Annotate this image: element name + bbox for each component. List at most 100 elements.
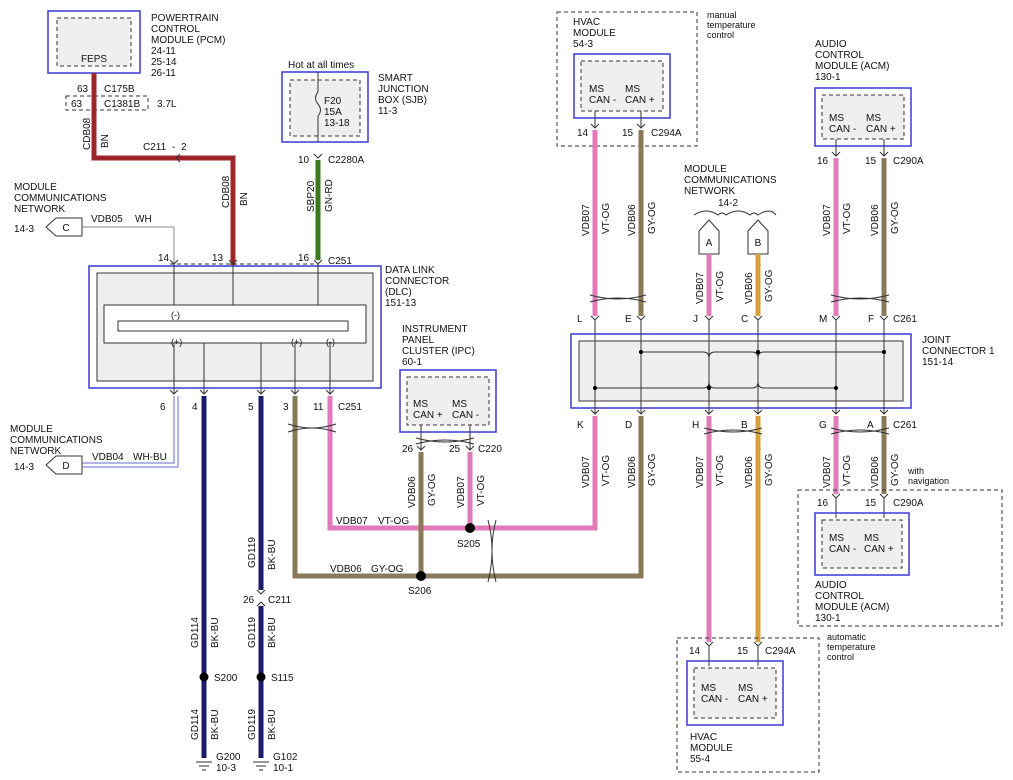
dlc-top-pin-16: 16 bbox=[298, 253, 310, 264]
ipc-vdb06-label: VDB06 bbox=[407, 476, 418, 508]
pcm-title-2: CONTROL bbox=[151, 24, 200, 35]
jc-bottom-pin-d: D bbox=[625, 420, 632, 431]
acm-bottom-canm-1: MS bbox=[829, 533, 844, 544]
gd114-label-2: GD114 bbox=[190, 709, 201, 740]
wire-vdb07-trunk bbox=[470, 418, 598, 531]
jc-node-5 bbox=[707, 386, 711, 390]
mcn-c-page: 14-3 bbox=[14, 224, 34, 235]
jc-h-vtog-label: VT-OG bbox=[715, 455, 726, 486]
dlc-top-pin-14: 14 bbox=[158, 253, 170, 264]
dlc-slot bbox=[117, 320, 349, 332]
mcn-d-color: WH-BU bbox=[133, 452, 167, 463]
c211b-conn: C211 bbox=[268, 595, 292, 606]
hvac-bottom-term-a bbox=[704, 641, 714, 647]
sjb-color: GN-RD bbox=[324, 179, 335, 212]
jc-k-vdb07-label: VDB07 bbox=[581, 456, 592, 488]
acm-top-title-4: 130-1 bbox=[815, 72, 841, 83]
jc-top-pin-f: F bbox=[868, 314, 874, 325]
acm-top-canm-1: MS bbox=[829, 113, 844, 124]
jc-bottom-pin-h: H bbox=[692, 420, 699, 431]
acm-top-vtog-label: VT-OG bbox=[842, 203, 853, 234]
jc-node-1 bbox=[639, 350, 643, 354]
pcm-opt-conn: C1381B bbox=[104, 99, 140, 110]
ipc-title-1: INSTRUMENT bbox=[402, 324, 468, 335]
acm-top-canp-1: MS bbox=[866, 113, 881, 124]
ipc-pin-26: 26 bbox=[402, 444, 414, 455]
ipc-gyog-label: GY-OG bbox=[427, 473, 438, 506]
hvac-top-conn: C294A bbox=[651, 128, 682, 139]
hvac-top-pin-a: 14 bbox=[577, 128, 589, 139]
mcn-c-title-1: MODULE bbox=[14, 182, 57, 193]
hvac-bottom-title-2: MODULE bbox=[690, 743, 733, 754]
mcn-ab-page: 14-2 bbox=[718, 198, 738, 209]
sjb-title-4: 11-3 bbox=[378, 106, 398, 117]
joint-title-2: CONNECTOR 1 bbox=[922, 346, 995, 357]
dlc-term-16 bbox=[313, 259, 323, 265]
bkbu-label-5: BK-BU bbox=[267, 709, 278, 740]
jc-bottom-pin-a: A bbox=[867, 420, 874, 431]
hvac-bottom-title-3: 55-4 bbox=[690, 754, 710, 765]
jc-d-vdb06-label: VDB06 bbox=[627, 456, 638, 488]
mcn-d-page: 14-3 bbox=[14, 462, 34, 473]
pcm-conn-c175b: C175B bbox=[104, 84, 135, 95]
s200-label: S200 bbox=[214, 673, 238, 684]
jc-tterm-c bbox=[753, 315, 763, 321]
s115-label: S115 bbox=[271, 673, 294, 684]
ground-g102-icon bbox=[253, 761, 269, 771]
acm-top-title-2: CONTROL bbox=[815, 50, 864, 61]
bkbu-label-3: BK-BU bbox=[267, 617, 278, 648]
hvac-bottom-conn: C294A bbox=[765, 646, 796, 657]
pcm-opt-pin: 63 bbox=[71, 99, 83, 110]
acm-bottom-title-3: MODULE (ACM) bbox=[815, 602, 889, 613]
ipc-title-4: 60-1 bbox=[402, 357, 422, 368]
hvac-top-title-3: 54-3 bbox=[573, 39, 593, 50]
mcn-b-letter: B bbox=[755, 238, 762, 249]
pcm-title-3: MODULE (PCM) bbox=[151, 35, 225, 46]
acm-bottom-term-a bbox=[831, 493, 841, 499]
g200-label: G200 bbox=[216, 752, 241, 763]
sjb-pin: 10 bbox=[298, 155, 310, 166]
mcn-c-title-3: NETWORK bbox=[14, 204, 65, 215]
jc-top-pin-l: L bbox=[577, 314, 583, 325]
fuse-label-1: F20 bbox=[324, 96, 342, 107]
sjb-term bbox=[313, 153, 323, 159]
dlc-mark-1: (+) bbox=[171, 337, 182, 347]
sjb-conn: C2280A bbox=[328, 155, 364, 166]
acm-bottom-note-2: navigation bbox=[908, 476, 949, 486]
acm-bottom-title-4: 130-1 bbox=[815, 613, 841, 624]
mcn-b-gyog-label: GY-OG bbox=[764, 269, 775, 302]
jc-a-vdb06-label: VDB06 bbox=[870, 456, 881, 488]
jc-top-conn: C261 bbox=[893, 314, 917, 325]
ipc-can-minus-1: MS bbox=[452, 399, 467, 410]
fuse-label-3: 13-18 bbox=[324, 118, 350, 129]
hvac-bottom-term-b bbox=[753, 641, 763, 647]
ipc-title-3: CLUSTER (IPC) bbox=[402, 346, 475, 357]
mcn-a-vtog-label: VT-OG bbox=[715, 271, 726, 302]
wire-cdb08-label-b: CDB08 bbox=[221, 175, 232, 208]
jc-tterm-l bbox=[590, 315, 600, 321]
mcn-d-letter: D bbox=[62, 461, 69, 472]
acm-top-conn: C290A bbox=[893, 156, 924, 167]
hvac-bottom-title-1: HVAC bbox=[690, 732, 717, 743]
jc-b-gyog-label: GY-OG bbox=[764, 453, 775, 486]
dlc-title-2: CONNECTOR bbox=[385, 276, 449, 287]
hvac-top-vdb06-label: VDB06 bbox=[627, 204, 638, 236]
dlc-bottom-pin-3: 3 bbox=[283, 402, 289, 413]
hvac-top-note-3: control bbox=[707, 30, 734, 40]
pcm-page-3: 26-11 bbox=[151, 68, 176, 79]
mcn-ab-brace bbox=[693, 210, 777, 216]
hvac-top-canp-1: MS bbox=[625, 84, 640, 95]
sjb-hot-label: Hot at all times bbox=[288, 60, 354, 71]
hvac-bottom-canp-2: CAN + bbox=[738, 694, 768, 705]
ipc-pin-25: 25 bbox=[449, 444, 461, 455]
jc-k-vtog-label: VT-OG bbox=[601, 455, 612, 486]
c211-inline-pin: 2 bbox=[181, 142, 187, 153]
pcm-page-1: 24-11 bbox=[151, 46, 176, 57]
acm-bottom-pin-a: 16 bbox=[817, 498, 829, 509]
dlc-title-1: DATA LINK bbox=[385, 265, 435, 276]
twist-jc-hb bbox=[703, 427, 763, 435]
hvac-bottom-canm-1: MS bbox=[701, 683, 716, 694]
c211b-pin: 26 bbox=[243, 595, 255, 606]
g200-page: 10-3 bbox=[216, 763, 236, 774]
acm-bottom-note-1: with bbox=[907, 466, 924, 476]
